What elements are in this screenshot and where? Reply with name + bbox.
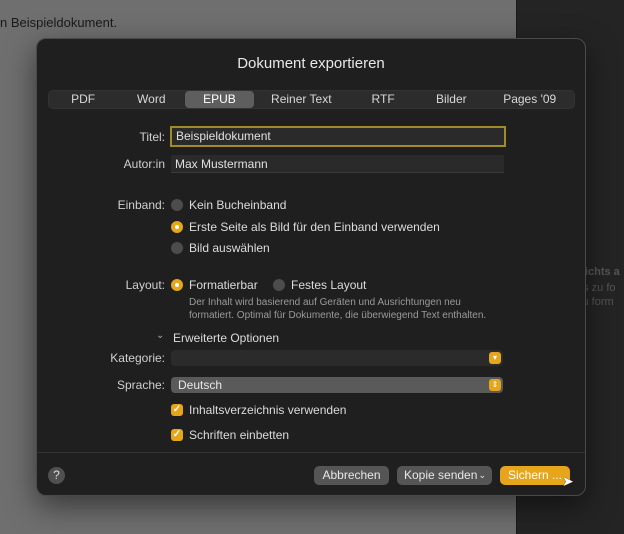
category-popup[interactable]: ▾	[171, 350, 503, 366]
radio-no-cover[interactable]	[171, 199, 183, 211]
tab-rtf[interactable]: RTF	[349, 91, 417, 108]
toc-checkbox[interactable]: ✓	[171, 404, 183, 416]
divider	[37, 452, 585, 453]
category-label: Kategorie:	[110, 351, 165, 365]
tab-word[interactable]: Word	[117, 91, 185, 108]
title-input[interactable]: Beispieldokument	[170, 126, 506, 147]
advanced-options-toggle[interactable]: Erweiterte Optionen	[173, 331, 279, 345]
cover-label: Einband:	[117, 198, 165, 212]
radio-label: Kein Bucheinband	[189, 198, 287, 212]
tab-pages09[interactable]: Pages '09	[485, 91, 574, 108]
radio-label: Formatierbar	[189, 278, 258, 292]
chevron-down-icon: ⌄	[478, 470, 486, 480]
help-button[interactable]: ?	[48, 467, 65, 484]
embed-fonts-checkbox[interactable]: ✓	[171, 429, 183, 441]
save-button[interactable]: Sichern ...	[500, 466, 570, 485]
dialog-title: Dokument exportieren	[237, 55, 385, 72]
tab-epub[interactable]: EPUB	[185, 91, 254, 108]
layout-description: formatiert. Optimal für Dokumente, die ü…	[189, 310, 487, 321]
language-value: Deutsch	[178, 378, 223, 392]
language-label: Sprache:	[116, 378, 165, 392]
checkbox-label: Inhaltsverzeichnis verwenden	[189, 403, 347, 417]
checkbox-label: Schriften einbetten	[189, 428, 290, 442]
send-copy-label: Kopie senden	[404, 468, 478, 482]
author-input[interactable]: Max Mustermann	[171, 155, 504, 173]
mouse-cursor-icon: ➤	[562, 473, 574, 489]
layout-description: Der Inhalt wird basierend auf Geräten un…	[189, 297, 461, 308]
radio-reflowable[interactable]	[171, 279, 183, 291]
radio-label: Bild auswählen	[189, 241, 270, 255]
radio-label: Festes Layout	[291, 278, 367, 292]
title-label: Titel:	[139, 130, 165, 144]
export-dialog: Dokument exportieren PDF Word EPUB Reine…	[36, 38, 586, 496]
send-copy-button[interactable]: Kopie senden ⌄	[397, 466, 492, 485]
up-down-chevron-icon: ⇕	[489, 379, 501, 391]
author-label: Autor:in	[123, 157, 165, 171]
tab-plain-text[interactable]: Reiner Text	[254, 91, 349, 108]
document-text: n Beispieldokument.	[0, 15, 118, 30]
format-tabs: PDF Word EPUB Reiner Text RTF Bilder Pag…	[48, 90, 575, 109]
tab-pdf[interactable]: PDF	[49, 91, 117, 108]
radio-label: Erste Seite als Bild für den Einband ver…	[189, 220, 440, 234]
language-popup[interactable]: Deutsch ⇕	[171, 377, 503, 393]
chevron-down-icon[interactable]: ⌄	[156, 330, 164, 341]
cancel-button[interactable]: Abbrechen	[314, 466, 389, 485]
radio-choose-image[interactable]	[171, 242, 183, 254]
chevron-down-icon: ▾	[489, 352, 501, 364]
radio-first-page-cover[interactable]	[171, 221, 183, 233]
radio-fixed-layout[interactable]	[273, 279, 285, 291]
tab-images[interactable]: Bilder	[417, 91, 485, 108]
layout-label: Layout:	[125, 278, 165, 292]
